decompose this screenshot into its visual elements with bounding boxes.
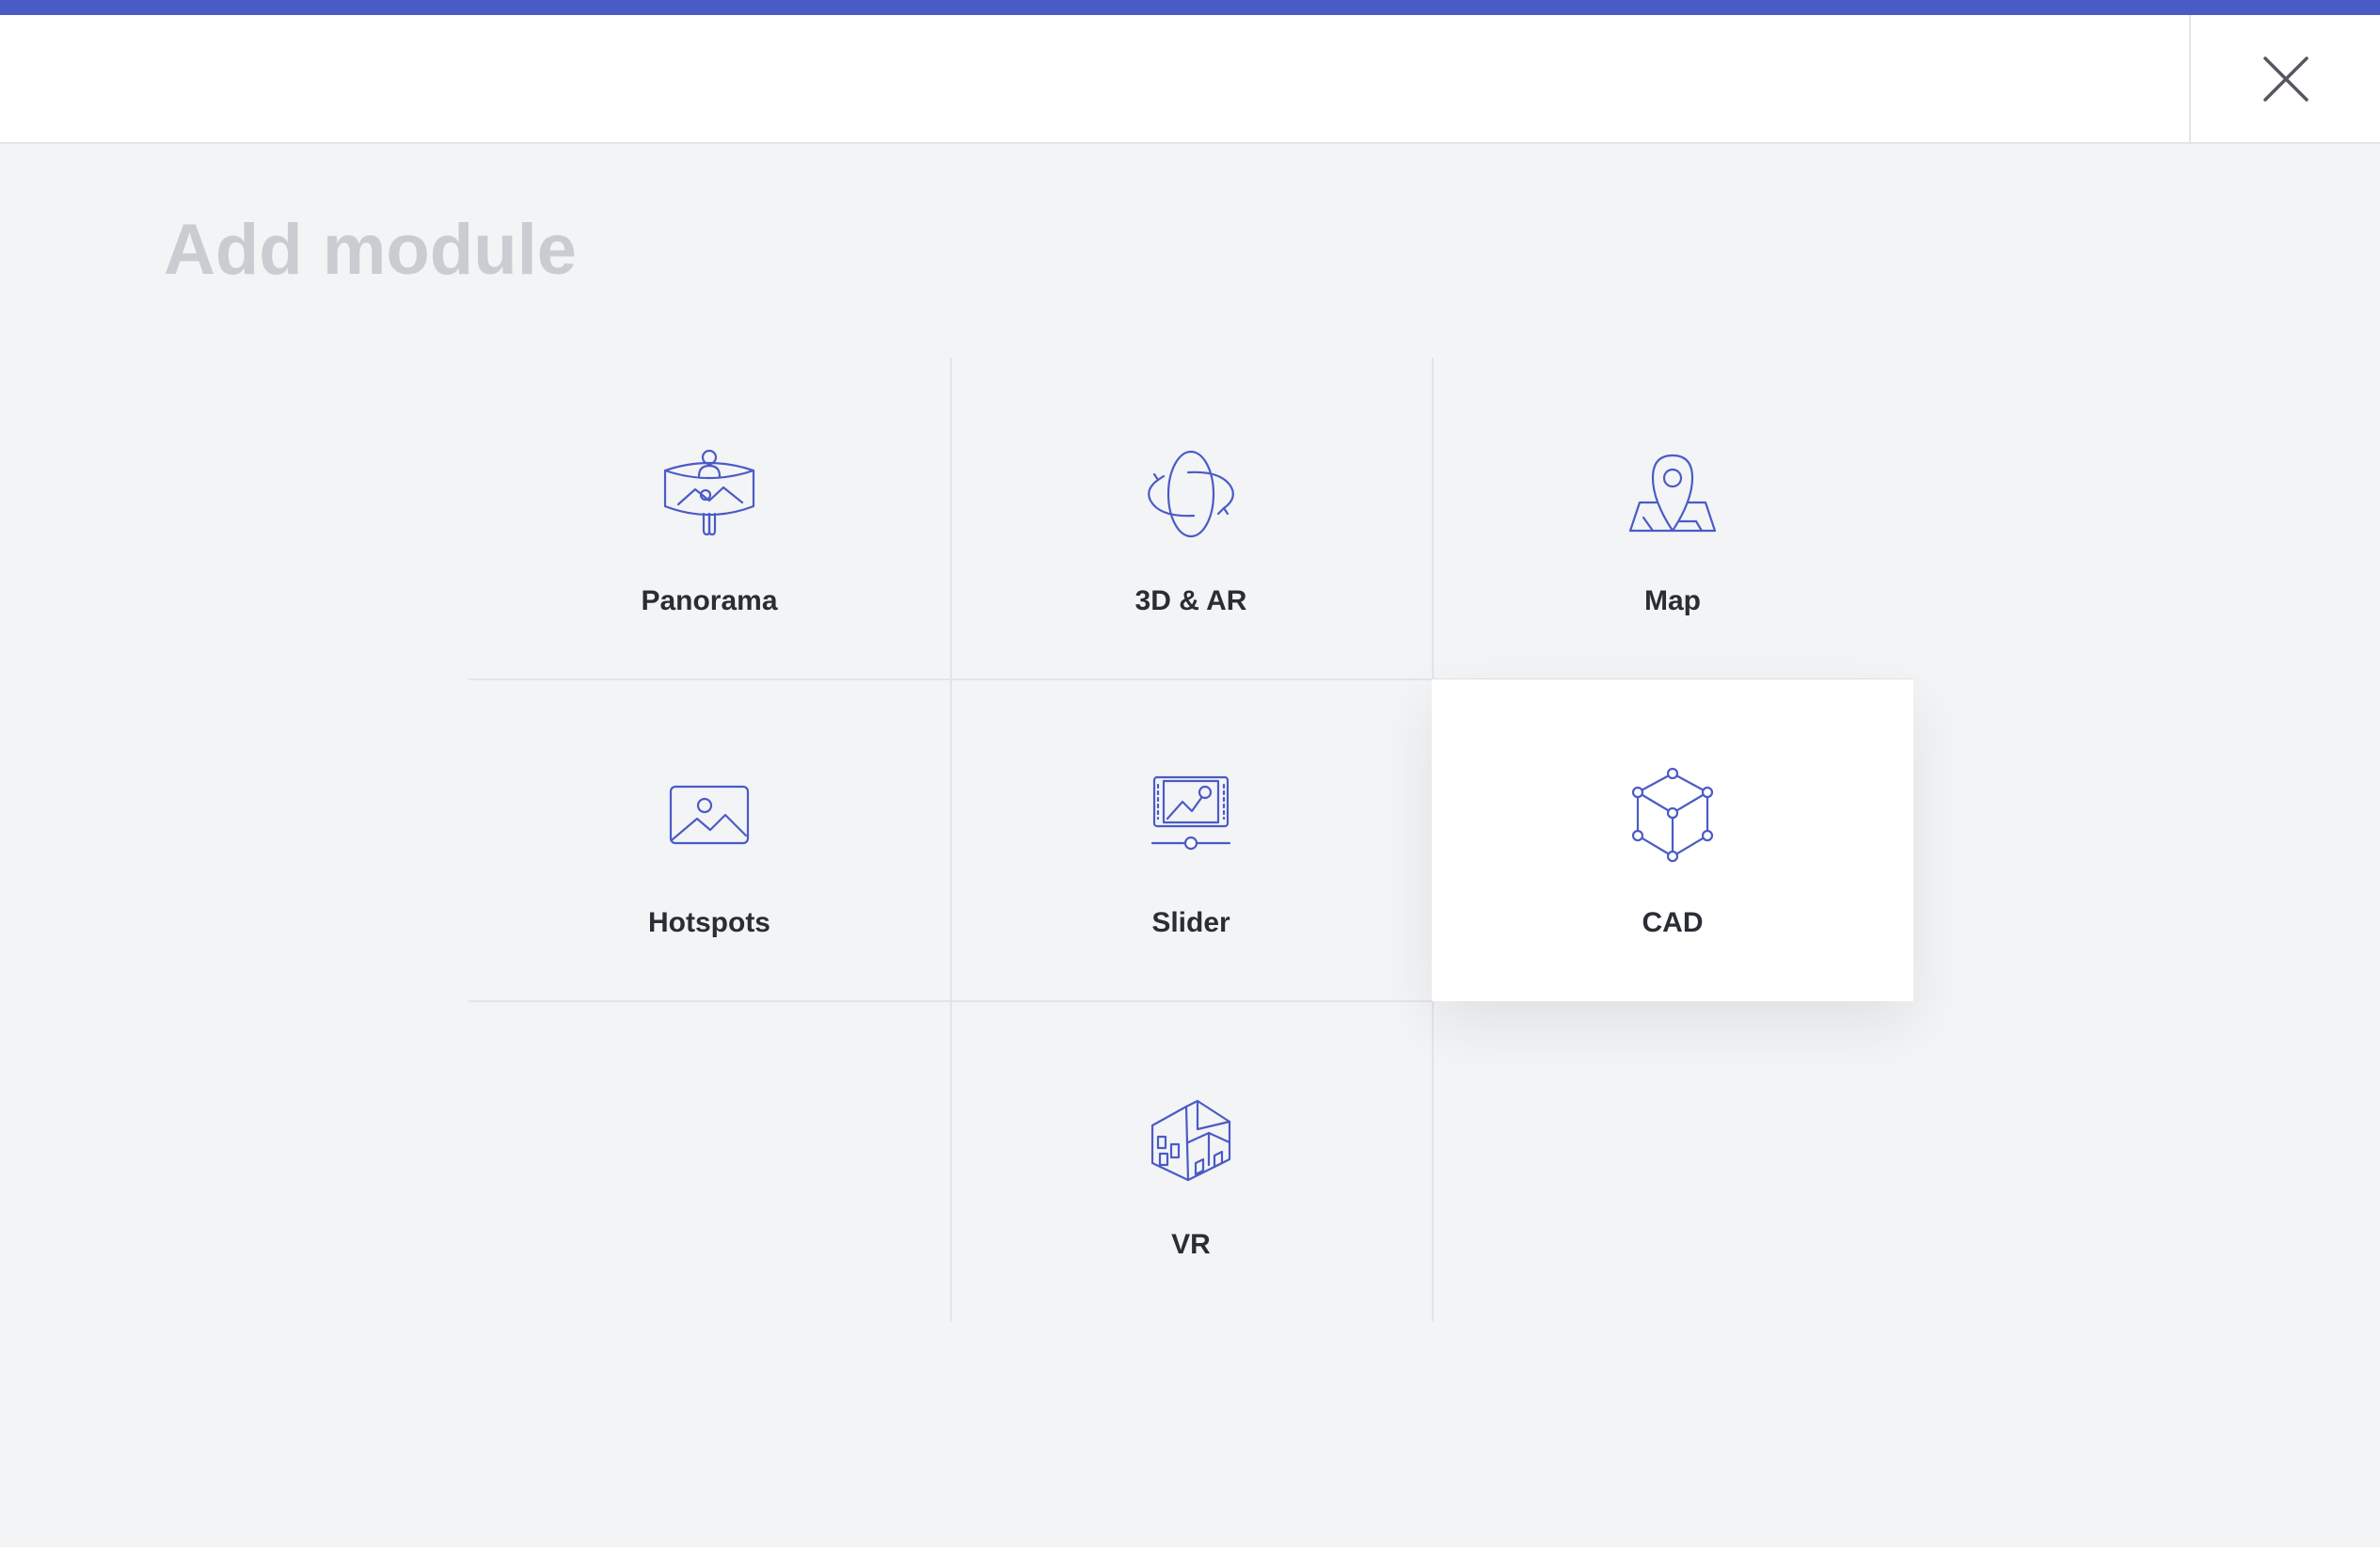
vr-building-icon — [1139, 1086, 1243, 1189]
module-hotspots[interactable]: Hotspots — [468, 679, 950, 1001]
close-icon — [2262, 56, 2309, 102]
module-label: Slider — [1151, 907, 1230, 938]
module-cad[interactable]: CAD — [1432, 679, 1913, 1001]
module-label: Hotspots — [648, 907, 770, 938]
module-label: Panorama — [641, 585, 778, 616]
module-slider[interactable]: Slider — [950, 679, 1432, 1001]
map-pin-icon — [1621, 442, 1724, 546]
module-label: Map — [1644, 585, 1701, 616]
module-label: CAD — [1642, 907, 1704, 938]
module-label: 3D & AR — [1134, 585, 1247, 616]
cube-icon — [1621, 764, 1724, 868]
slider-icon — [1139, 764, 1243, 868]
module-map[interactable]: Map — [1432, 358, 1913, 679]
image-icon — [658, 764, 761, 868]
panorama-icon — [658, 442, 761, 546]
module-grid: Panorama 3D & AR Map Hotspots Slider CAD… — [468, 358, 1913, 1321]
module-vr[interactable]: VR — [950, 1001, 1432, 1323]
module-label: VR — [1171, 1229, 1211, 1260]
page-title: Add module — [164, 210, 578, 290]
3d-ar-icon — [1139, 442, 1243, 546]
close-button[interactable] — [2189, 15, 2380, 142]
header — [0, 15, 2380, 144]
module-panorama[interactable]: Panorama — [468, 358, 950, 679]
top-accent-bar — [0, 0, 2380, 15]
module-3d-ar[interactable]: 3D & AR — [950, 358, 1432, 679]
